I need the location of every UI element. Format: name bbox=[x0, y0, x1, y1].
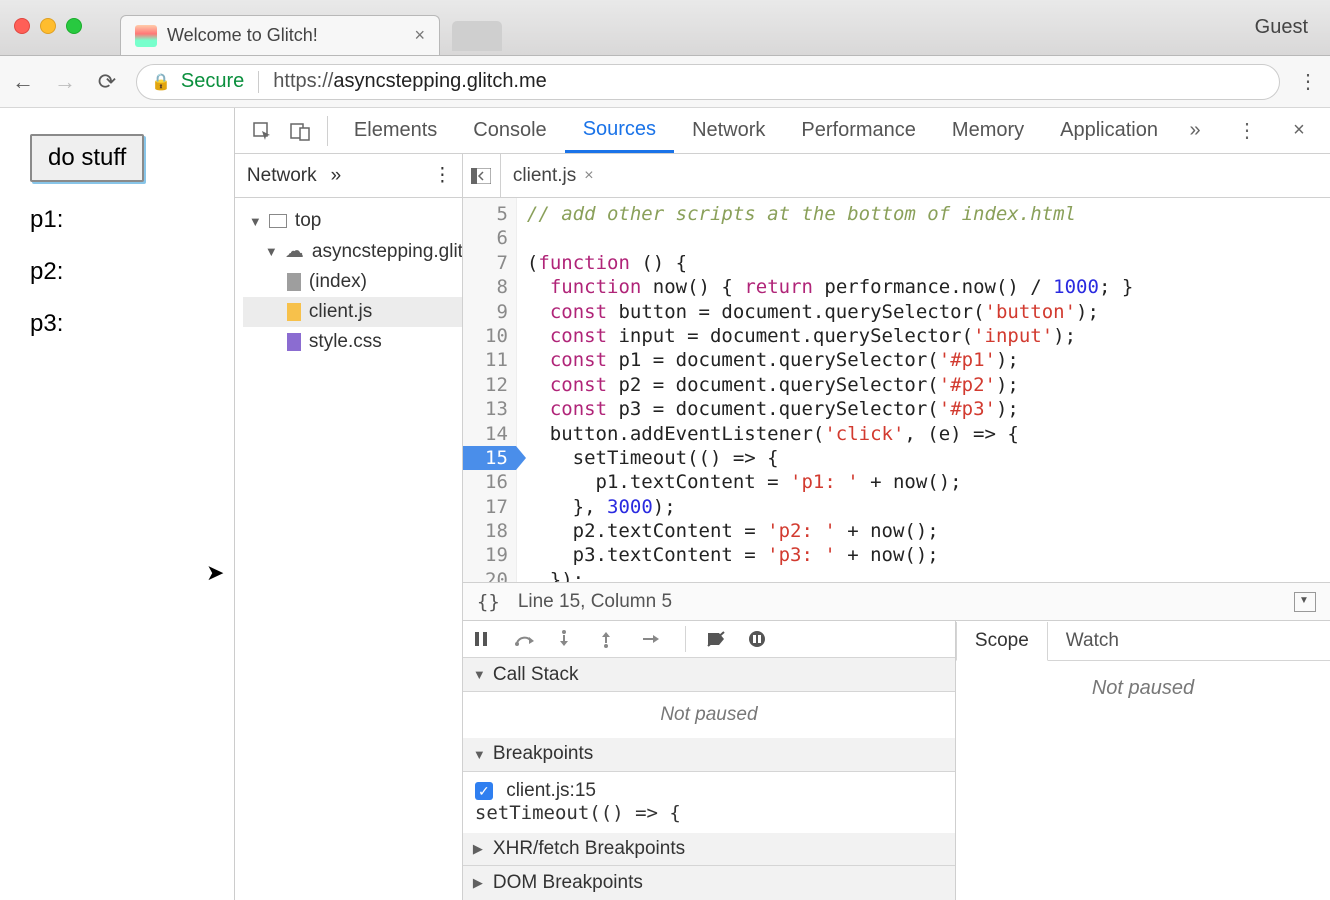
breakpoint-row[interactable]: ✓ client.js:15 setTimeout(() => { bbox=[463, 772, 955, 833]
cursor-position: Line 15, Column 5 bbox=[518, 591, 672, 613]
devtools-close-icon[interactable]: × bbox=[1282, 114, 1316, 148]
page-content: do stuff p1: p2: p3: ➤ bbox=[0, 108, 235, 900]
editor-tab-clientjs[interactable]: client.js × bbox=[501, 154, 606, 197]
call-stack-header[interactable]: ▼Call Stack bbox=[463, 658, 955, 692]
code-body[interactable]: // add other scripts at the bottom of in… bbox=[517, 198, 1143, 582]
favicon bbox=[135, 25, 157, 47]
tree-file-index[interactable]: (index) bbox=[243, 267, 462, 297]
step-into-icon[interactable] bbox=[557, 630, 581, 648]
do-stuff-button[interactable]: do stuff bbox=[30, 134, 144, 182]
url-text: https://asyncstepping.glitch.me bbox=[273, 70, 546, 93]
p2-label: p2: bbox=[30, 258, 204, 286]
scope-tab[interactable]: Scope bbox=[956, 622, 1048, 661]
lock-icon: 🔒 bbox=[151, 72, 171, 92]
devtools-tab-sources[interactable]: Sources bbox=[565, 108, 674, 153]
tree-file-clientjs[interactable]: client.js bbox=[243, 297, 462, 327]
editor-statusbar: {} Line 15, Column 5 bbox=[463, 582, 1330, 620]
forward-button: → bbox=[52, 69, 78, 95]
p3-label: p3: bbox=[30, 310, 204, 338]
watch-tab[interactable]: Watch bbox=[1048, 622, 1137, 660]
devtools-tab-memory[interactable]: Memory bbox=[934, 108, 1042, 153]
toggle-navigator-icon[interactable] bbox=[463, 154, 501, 197]
window-titlebar: Welcome to Glitch! × Guest bbox=[0, 0, 1330, 56]
devtools-tab-console[interactable]: Console bbox=[455, 108, 564, 153]
devtools-menu-icon[interactable]: ⋮ bbox=[1230, 114, 1264, 148]
sidebar-more-icon[interactable]: » bbox=[331, 165, 342, 187]
xhr-breakpoints-header[interactable]: ▶XHR/fetch Breakpoints bbox=[463, 833, 955, 867]
devtools-tabbar: ElementsConsoleSourcesNetworkPerformance… bbox=[235, 108, 1330, 154]
traffic-lights bbox=[14, 18, 82, 34]
zoom-window-button[interactable] bbox=[66, 18, 82, 34]
devtools: ElementsConsoleSourcesNetworkPerformance… bbox=[235, 108, 1330, 900]
breakpoint-checkbox[interactable]: ✓ bbox=[475, 782, 493, 800]
call-stack-body: Not paused bbox=[463, 692, 955, 738]
pretty-print-icon[interactable]: {} bbox=[477, 591, 500, 613]
p1-label: p1: bbox=[30, 206, 204, 234]
close-window-button[interactable] bbox=[14, 18, 30, 34]
close-editor-tab-icon[interactable]: × bbox=[584, 167, 593, 185]
tab-title: Welcome to Glitch! bbox=[167, 25, 318, 46]
devtools-tab-network[interactable]: Network bbox=[674, 108, 783, 153]
browser-tab[interactable]: Welcome to Glitch! × bbox=[120, 15, 440, 55]
pause-on-exceptions-icon[interactable] bbox=[748, 630, 772, 648]
sources-sidebar: Network » ⋮ ▼ top ▼ ☁ asyncstepping.glit… bbox=[235, 154, 463, 900]
breakpoints-header[interactable]: ▼Breakpoints bbox=[463, 738, 955, 772]
file-tree: ▼ top ▼ ☁ asyncstepping.glitc (index) cl… bbox=[235, 198, 462, 900]
step-over-icon[interactable] bbox=[515, 631, 539, 647]
dom-breakpoints-header[interactable]: ▶DOM Breakpoints bbox=[463, 866, 955, 900]
debugger-toolbar bbox=[463, 621, 955, 658]
address-bar[interactable]: 🔒 Secure https://asyncstepping.glitch.me bbox=[136, 64, 1280, 100]
secure-label: Secure bbox=[181, 70, 244, 93]
debugger-pane: ▼Call Stack Not paused ▼Breakpoints ✓ cl… bbox=[463, 620, 1330, 900]
separator bbox=[258, 71, 259, 93]
devtools-tab-application[interactable]: Application bbox=[1042, 108, 1176, 153]
tree-top[interactable]: ▼ top bbox=[243, 206, 462, 236]
deactivate-breakpoints-icon[interactable] bbox=[706, 630, 730, 648]
tree-domain[interactable]: ▼ ☁ asyncstepping.glitc bbox=[243, 236, 462, 267]
pause-icon[interactable] bbox=[473, 631, 497, 647]
more-tabs-icon[interactable]: » bbox=[1178, 114, 1212, 148]
scope-body: Not paused bbox=[956, 661, 1330, 900]
reload-button[interactable]: ⟳ bbox=[94, 69, 120, 95]
browser-toolbar: ← → ⟳ 🔒 Secure https://asyncstepping.gli… bbox=[0, 56, 1330, 108]
mouse-cursor-icon: ➤ bbox=[206, 560, 224, 586]
back-button[interactable]: ← bbox=[10, 69, 36, 95]
step-icon[interactable] bbox=[641, 632, 665, 646]
code-editor[interactable]: 56789101112131415161718192021 // add oth… bbox=[463, 198, 1330, 582]
sidebar-menu-icon[interactable]: ⋮ bbox=[433, 164, 452, 187]
inspect-icon[interactable] bbox=[245, 114, 279, 148]
browser-menu-icon[interactable]: ⋮ bbox=[1296, 69, 1320, 94]
close-tab-icon[interactable]: × bbox=[414, 25, 425, 46]
devtools-tab-performance[interactable]: Performance bbox=[783, 108, 934, 153]
device-toggle-icon[interactable] bbox=[283, 114, 317, 148]
devtools-tab-elements[interactable]: Elements bbox=[336, 108, 455, 153]
show-console-icon[interactable] bbox=[1294, 592, 1316, 612]
profile-label[interactable]: Guest bbox=[1255, 16, 1308, 39]
breakpoint-code: setTimeout(() => { bbox=[475, 802, 681, 824]
line-gutter[interactable]: 56789101112131415161718192021 bbox=[463, 198, 517, 582]
step-out-icon[interactable] bbox=[599, 630, 623, 648]
new-tab-button[interactable] bbox=[452, 21, 502, 51]
sidebar-tab-network[interactable]: Network bbox=[247, 165, 317, 187]
minimize-window-button[interactable] bbox=[40, 18, 56, 34]
tree-file-stylecss[interactable]: style.css bbox=[243, 327, 462, 357]
